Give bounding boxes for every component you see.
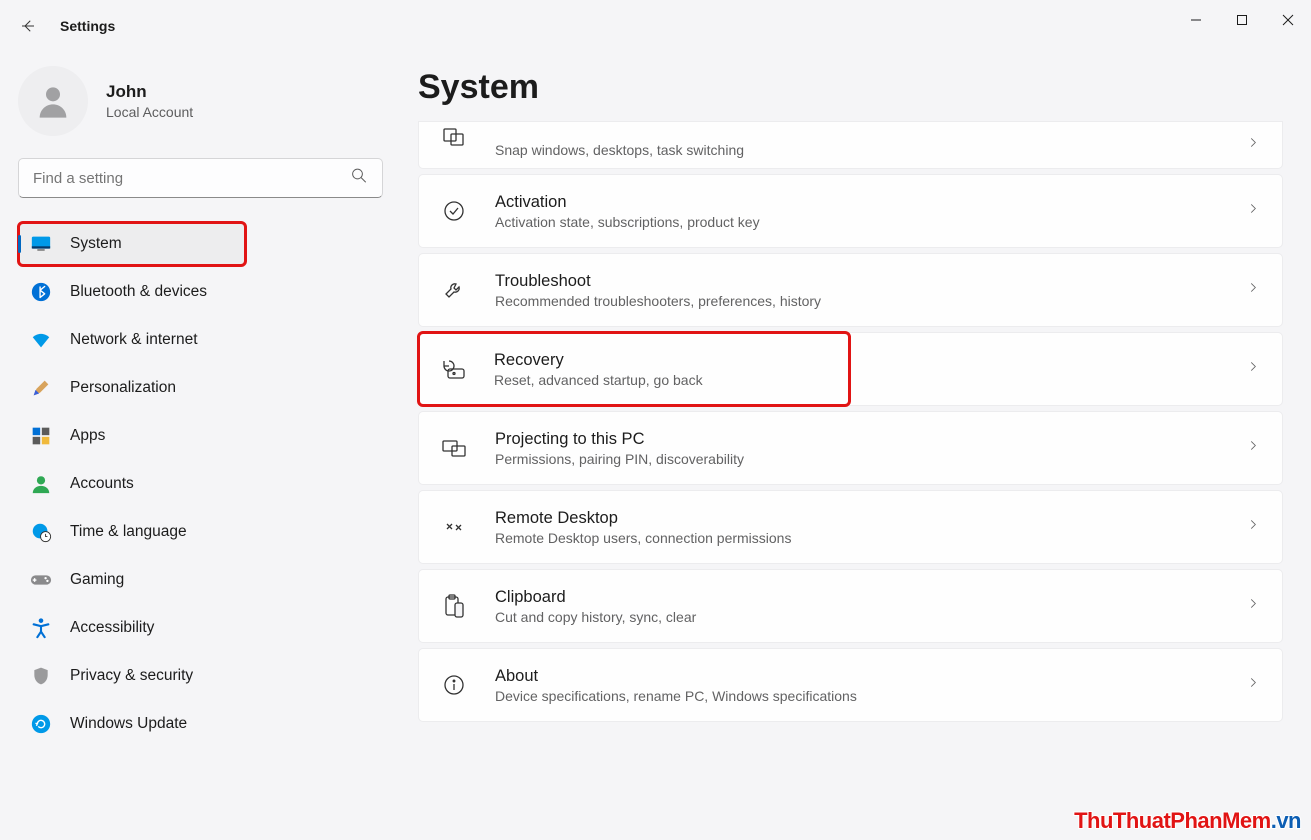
card-remote-desktop[interactable]: Remote Desktop Remote Desktop users, conn…: [418, 490, 1283, 564]
shield-icon: [30, 665, 52, 687]
titlebar: Settings: [0, 0, 1311, 52]
brush-icon: [30, 377, 52, 399]
wifi-icon: [30, 329, 52, 351]
profile-block[interactable]: John Local Account: [18, 66, 382, 136]
profile-subtitle: Local Account: [106, 104, 193, 120]
search-wrap: [18, 158, 382, 198]
sidebar-item-label: Accessibility: [70, 619, 154, 637]
sidebar-item-label: Privacy & security: [70, 667, 193, 685]
chevron-right-icon: [1246, 597, 1260, 616]
multitask-icon: [441, 124, 467, 150]
sidebar-item-windows-update[interactable]: Windows Update: [18, 702, 382, 746]
sidebar-item-label: Time & language: [70, 523, 187, 541]
card-title: Troubleshoot: [495, 272, 821, 291]
main-content: System MultitaskingSnap windows, desktop…: [400, 52, 1311, 840]
profile-text: John Local Account: [106, 82, 193, 120]
profile-name: John: [106, 82, 193, 102]
search-input[interactable]: [18, 158, 383, 198]
sidebar-item-network-internet[interactable]: Network & internet: [18, 318, 382, 362]
chevron-right-icon: [1246, 439, 1260, 458]
card-multitasking[interactable]: MultitaskingSnap windows, desktops, task…: [418, 121, 1283, 169]
close-button[interactable]: [1265, 0, 1311, 40]
sidebar-item-privacy-security[interactable]: Privacy & security: [18, 654, 382, 698]
card-activation[interactable]: Activation Activation state, subscription…: [418, 174, 1283, 248]
sidebar: John Local Account System Bluetooth & dev…: [0, 52, 400, 840]
sidebar-item-accessibility[interactable]: Accessibility: [18, 606, 382, 650]
card-title: Remote Desktop: [495, 509, 791, 528]
project-icon: [441, 435, 467, 461]
window-controls: [1173, 0, 1311, 40]
card-title: Clipboard: [495, 588, 696, 607]
card-subtitle: Recommended troubleshooters, preferences…: [495, 293, 821, 309]
card-title: Recovery: [494, 351, 703, 370]
card-troubleshoot[interactable]: Troubleshoot Recommended troubleshooters,…: [418, 253, 1283, 327]
chevron-right-icon: [1246, 136, 1260, 155]
wrench-icon: [441, 277, 467, 303]
card-title: Activation: [495, 193, 760, 212]
sidebar-item-time-language[interactable]: Time & language: [18, 510, 382, 554]
settings-cards: MultitaskingSnap windows, desktops, task…: [418, 121, 1283, 722]
card-subtitle: Device specifications, rename PC, Window…: [495, 688, 857, 704]
accessibility-icon: [30, 617, 52, 639]
sidebar-item-gaming[interactable]: Gaming: [18, 558, 382, 602]
sidebar-item-label: Personalization: [70, 379, 176, 397]
card-subtitle: Remote Desktop users, connection permiss…: [495, 530, 791, 546]
recovery-icon: [440, 356, 466, 382]
card-clipboard[interactable]: Clipboard Cut and copy history, sync, cle…: [418, 569, 1283, 643]
card-subtitle: Snap windows, desktops, task switching: [495, 142, 744, 158]
maximize-button[interactable]: [1219, 0, 1265, 40]
card-title: About: [495, 667, 857, 686]
sidebar-nav: System Bluetooth & devices Network & inter…: [18, 222, 382, 746]
sidebar-item-apps[interactable]: Apps: [18, 414, 382, 458]
update-icon: [30, 713, 52, 735]
sidebar-item-system[interactable]: System: [18, 222, 246, 266]
card-subtitle: Activation state, subscriptions, product…: [495, 214, 760, 230]
minimize-button[interactable]: [1173, 0, 1219, 40]
back-button[interactable]: [18, 16, 38, 36]
page-title: System: [418, 68, 1283, 107]
info-icon: [441, 672, 467, 698]
card-subtitle: Cut and copy history, sync, clear: [495, 609, 696, 625]
chevron-right-icon: [1246, 518, 1260, 537]
search-icon: [350, 167, 368, 190]
chevron-right-icon: [1246, 360, 1260, 379]
globe-clock-icon: [30, 521, 52, 543]
sidebar-item-personalization[interactable]: Personalization: [18, 366, 382, 410]
card-title: Projecting to this PC: [495, 430, 744, 449]
watermark: ThuThuatPhanMem.vn: [1074, 808, 1301, 834]
card-subtitle: Reset, advanced startup, go back: [494, 372, 703, 388]
sidebar-item-bluetooth-devices[interactable]: Bluetooth & devices: [18, 270, 382, 314]
sidebar-item-label: System: [70, 235, 122, 253]
avatar: [18, 66, 88, 136]
card-projecting-to-this-pc[interactable]: Projecting to this PC Permissions, pairin…: [418, 411, 1283, 485]
sidebar-item-label: Accounts: [70, 475, 134, 493]
chevron-right-icon: [1246, 676, 1260, 695]
app-title: Settings: [60, 18, 115, 34]
person-icon: [30, 473, 52, 495]
card-about[interactable]: About Device specifications, rename PC, W…: [418, 648, 1283, 722]
bluetooth-icon: [30, 281, 52, 303]
chevron-right-icon: [1246, 202, 1260, 221]
sidebar-item-label: Gaming: [70, 571, 124, 589]
sidebar-item-accounts[interactable]: Accounts: [18, 462, 382, 506]
apps-icon: [30, 425, 52, 447]
card-subtitle: Permissions, pairing PIN, discoverabilit…: [495, 451, 744, 467]
sidebar-item-label: Bluetooth & devices: [70, 283, 207, 301]
monitor-icon: [30, 233, 52, 255]
clipboard-icon: [441, 593, 467, 619]
card-recovery[interactable]: Recovery Reset, advanced startup, go back: [418, 332, 850, 406]
gamepad-icon: [30, 569, 52, 591]
sidebar-item-label: Windows Update: [70, 715, 187, 733]
sidebar-item-label: Apps: [70, 427, 105, 445]
remote-icon: [441, 514, 467, 540]
sidebar-item-label: Network & internet: [70, 331, 198, 349]
chevron-right-icon: [1246, 281, 1260, 300]
check-circle-icon: [441, 198, 467, 224]
